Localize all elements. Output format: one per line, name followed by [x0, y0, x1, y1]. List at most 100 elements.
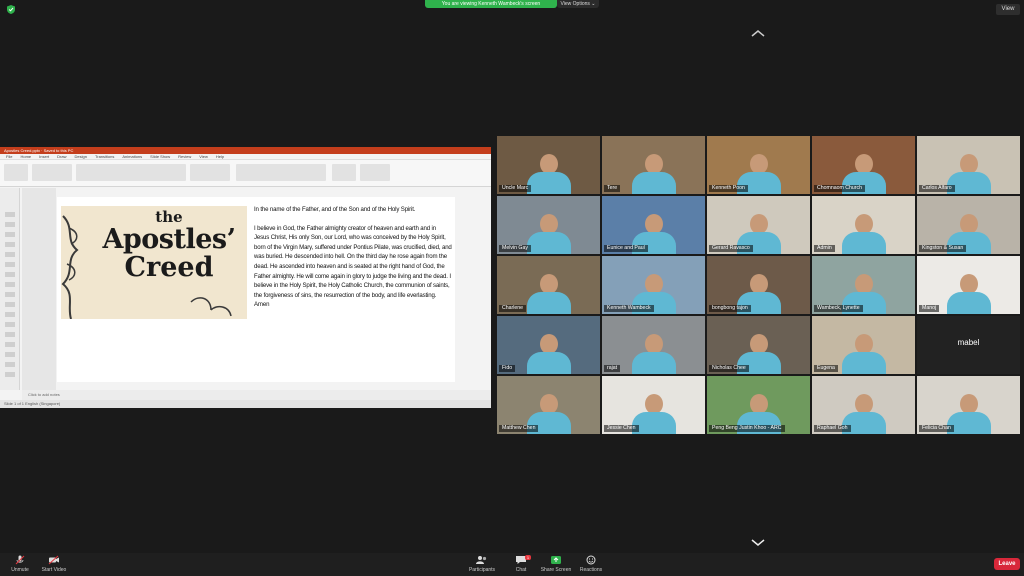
participant-name-label: bongbong tajon: [709, 305, 751, 312]
ribbon-tab: View: [199, 154, 208, 159]
creed-body: I believe in God, the Father almighty cr…: [254, 224, 452, 309]
view-button[interactable]: View: [996, 4, 1020, 15]
ribbon-tab: Insert: [39, 154, 50, 159]
view-button-label: View: [1001, 6, 1015, 12]
video-tile[interactable]: Matthew Chen: [497, 376, 600, 434]
video-tile[interactable]: Eugena: [812, 316, 915, 374]
video-tile[interactable]: Charlene: [497, 256, 600, 314]
art-title: the Apostles’ Creed: [91, 209, 247, 284]
video-tile[interactable]: Felicia Chan: [917, 376, 1020, 434]
video-tile[interactable]: Kingston & Susan: [917, 196, 1020, 254]
powerpoint-ribbon: [0, 160, 491, 187]
video-tile[interactable]: Wambeck, Lynette: [812, 256, 915, 314]
participants-icon: [476, 556, 487, 564]
view-options-button[interactable]: View Options ⌄: [557, 0, 599, 8]
participant-name-label: Melvin Gay: [499, 245, 531, 252]
participant-name-label: Gerard Ravasco: [709, 245, 753, 252]
slide-canvas[interactable]: the Apostles’ Creed In the name of the F…: [57, 197, 455, 382]
participant-name-label: Felicia Chan: [919, 425, 954, 432]
video-tile[interactable]: Carlos Alfaro: [917, 136, 1020, 194]
art-title-apostles: Apostles’: [102, 223, 236, 255]
participant-name-label: Carlos Alfaro: [919, 185, 955, 192]
creed-text-box[interactable]: In the name of the Father, and of the So…: [254, 205, 452, 319]
video-tile[interactable]: rajat: [602, 316, 705, 374]
reactions-smiley-icon: [586, 555, 596, 565]
video-tile[interactable]: bongbong tajon: [707, 256, 810, 314]
art-title-creed: Creed: [124, 252, 214, 284]
participant-name-label: Kenneth Wambeck: [604, 305, 654, 312]
ribbon-tab: Transitions: [94, 154, 115, 159]
security-shield-icon[interactable]: [7, 5, 15, 14]
ribbon-tab: Review: [178, 154, 192, 159]
status-bar: Slide 1 of 1 English (Singapore): [0, 400, 491, 408]
participant-name-label: Nicholas Chee: [709, 365, 749, 372]
video-tile[interactable]: Chomnaom Church: [812, 136, 915, 194]
reactions-label: Reactions: [579, 567, 603, 573]
participant-name-label: Wambeck, Lynette: [814, 305, 863, 312]
ribbon-tab: Design: [74, 154, 87, 159]
video-tile[interactable]: Eunice and Paul: [602, 196, 705, 254]
share-screen-icon: [551, 556, 561, 564]
video-tile[interactable]: Kenneth Wambeck: [602, 256, 705, 314]
participant-name-label: Kingston & Susan: [919, 245, 967, 252]
video-tile[interactable]: mabel: [917, 316, 1020, 374]
video-tile[interactable]: Admin: [812, 196, 915, 254]
chevron-up-icon[interactable]: [750, 29, 766, 37]
participant-name-label: Eunice and Paul: [604, 245, 648, 252]
participant-name-label: Admin: [814, 245, 835, 252]
zoom-meeting-window: You are viewing Kenneth Wambeck's screen…: [0, 0, 1024, 576]
video-tile[interactable]: Uncle Marc: [497, 136, 600, 194]
participants-button[interactable]: Participants: [462, 555, 502, 573]
leave-button[interactable]: Leave: [994, 558, 1020, 570]
share-screen-button[interactable]: Share Screen: [536, 555, 576, 573]
start-video-button[interactable]: Start Video: [34, 555, 74, 573]
participant-silhouette: [841, 214, 886, 254]
video-tile[interactable]: Raphael Goh: [812, 376, 915, 434]
shared-screen: Apostles Creed.pptx · Saved to this PC F…: [0, 147, 491, 408]
participant-name-label: rajat: [604, 365, 621, 372]
video-tile[interactable]: Peng Beng Justin Khoo - ARC: [707, 376, 810, 434]
ribbon-tab: Home: [20, 154, 32, 159]
participant-name-label: Peng Beng Justin Khoo - ARC: [709, 425, 785, 432]
video-tile[interactable]: Gerard Ravasco: [707, 196, 810, 254]
participants-label: Participants: [468, 567, 496, 573]
video-tile[interactable]: Kenneth Poon: [707, 136, 810, 194]
creed-opening: In the name of the Father, and of the So…: [254, 206, 416, 213]
ribbon-tab: Help: [215, 154, 225, 159]
meeting-toolbar: Unmute Start Video Participants 1 Chat S…: [0, 553, 1024, 576]
leave-label: Leave: [998, 561, 1016, 567]
participant-name-label: Tere: [604, 185, 621, 192]
chat-unread-badge: 1: [525, 555, 531, 560]
video-tile[interactable]: Melvin Gay: [497, 196, 600, 254]
participant-silhouette: [526, 214, 571, 254]
participant-silhouette: [631, 334, 676, 374]
video-tile[interactable]: Tere: [602, 136, 705, 194]
chat-label: Chat: [515, 567, 527, 573]
video-tile[interactable]: Jessie Chen: [602, 376, 705, 434]
participant-silhouette: [631, 154, 676, 194]
participant-name-label: Manoj: [919, 305, 940, 312]
chat-button[interactable]: 1 Chat: [501, 555, 541, 573]
ribbon-tab: Draw: [57, 154, 67, 159]
reactions-button[interactable]: Reactions: [571, 555, 611, 573]
participant-silhouette: [841, 334, 886, 374]
powerpoint-titlebar: Apostles Creed.pptx · Saved to this PC: [0, 147, 491, 154]
video-tile[interactable]: Manoj: [917, 256, 1020, 314]
video-tile[interactable]: Nicholas Chee: [707, 316, 810, 374]
participant-silhouette: [946, 274, 991, 314]
participant-name-label: Matthew Chen: [499, 425, 539, 432]
notes-pane[interactable]: Click to add notes: [22, 390, 491, 400]
share-screen-label: Share Screen: [540, 567, 572, 573]
ribbon-tab: Animations: [122, 154, 143, 159]
participant-name-label: Chomnaom Church: [814, 185, 865, 192]
video-camera-off-icon: [48, 555, 59, 565]
participant-name-centered: mabel: [957, 338, 980, 347]
ribbon-tab: Slide Show: [150, 154, 171, 159]
slide-thumbnail-pane[interactable]: [0, 188, 20, 390]
participant-name-label: Eugena: [814, 365, 838, 372]
participant-name-label: Kenneth Poon: [709, 185, 748, 192]
chevron-down-icon[interactable]: [750, 539, 766, 547]
video-tile[interactable]: Fido: [497, 316, 600, 374]
participant-name-label: Fido: [499, 365, 516, 372]
participant-name-label: Raphael Goh: [814, 425, 851, 432]
